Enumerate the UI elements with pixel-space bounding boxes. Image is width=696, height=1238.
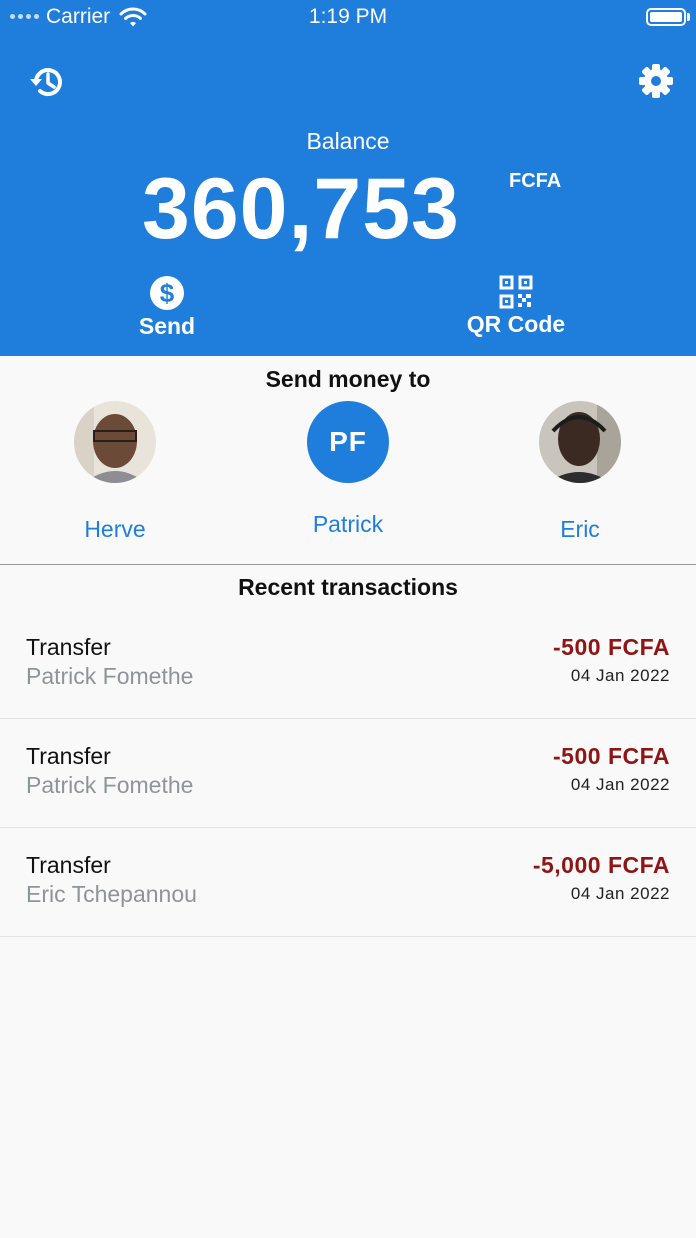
transaction-party: Eric Tchepannou [26, 881, 197, 907]
battery-icon [646, 8, 686, 26]
send-button[interactable]: $ Send [107, 275, 227, 340]
transaction-party: Patrick Fomethe [26, 772, 194, 798]
balance-label: Balance [306, 128, 390, 154]
qr-code-label: QR Code [466, 311, 566, 337]
contact-name: Eric [560, 516, 600, 542]
transaction-type: Transfer [26, 743, 111, 769]
status-bar: Carrier 1:19 PM [0, 0, 696, 34]
send-label: Send [138, 313, 196, 339]
transaction-row[interactable]: Transfer Patrick Fomethe -500 FCFA 04 Ja… [0, 719, 696, 828]
header: Carrier 1:19 PM Balance 360,753 FCFA $ S… [0, 0, 696, 356]
section-divider [0, 564, 696, 565]
transaction-date: 04 Jan 2022 [570, 775, 670, 794]
recent-transactions-title: Recent transactions [238, 574, 458, 600]
transaction-date: 04 Jan 2022 [570, 884, 670, 903]
transaction-date: 04 Jan 2022 [570, 666, 670, 685]
transaction-type: Transfer [26, 852, 111, 878]
status-time: 1:19 PM [308, 5, 388, 28]
contact-name: Herve [84, 516, 146, 542]
send-money-title: Send money to [265, 366, 431, 392]
balance-amount: 360,753 [142, 161, 460, 257]
gear-icon[interactable] [637, 62, 675, 100]
contact-name: Patrick [312, 511, 384, 537]
transaction-party: Patrick Fomethe [26, 663, 194, 689]
contact-herve[interactable]: Herve [15, 401, 215, 543]
battery-tip [687, 13, 690, 21]
transaction-type: Transfer [26, 634, 111, 660]
dollar-circle-icon: $ [150, 276, 184, 310]
transaction-amount: -500 FCFA [553, 634, 670, 660]
qr-code-icon [499, 275, 533, 309]
avatar [539, 401, 621, 483]
transaction-amount: -500 FCFA [553, 743, 670, 769]
contact-patrick[interactable]: PF Patrick [248, 401, 448, 538]
history-icon[interactable] [27, 62, 67, 102]
contact-eric[interactable]: Eric [480, 401, 680, 543]
balance-currency: FCFA [509, 170, 562, 192]
qr-code-button[interactable]: QR Code [446, 275, 586, 338]
avatar [74, 401, 156, 483]
transaction-amount: -5,000 FCFA [532, 852, 670, 878]
transaction-row[interactable]: Transfer Eric Tchepannou -5,000 FCFA 04 … [0, 828, 696, 937]
avatar-initials: PF [307, 401, 389, 483]
transaction-row[interactable]: Transfer Patrick Fomethe -500 FCFA 04 Ja… [0, 610, 696, 719]
svg-text:$: $ [160, 278, 175, 308]
